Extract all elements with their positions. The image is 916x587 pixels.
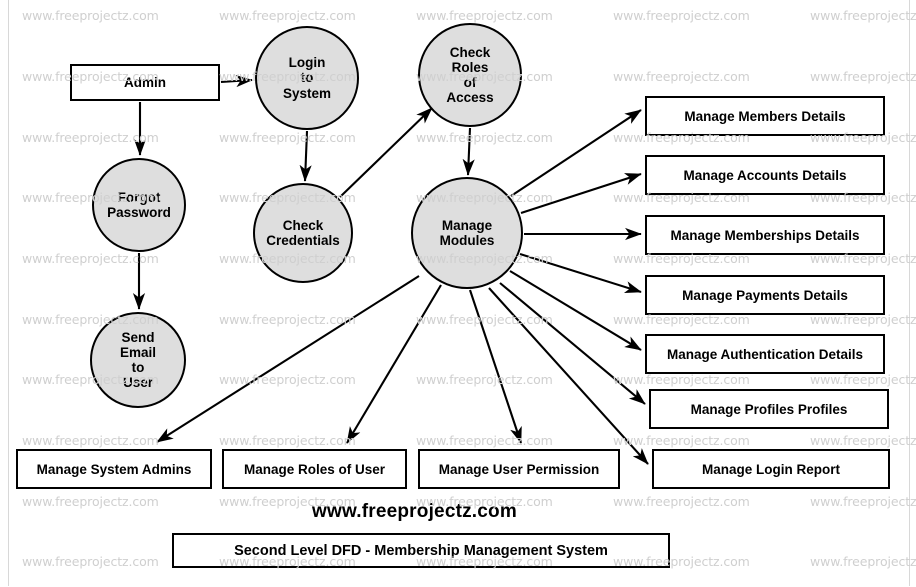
process-check-roles-of-access-label: Check Roles of Access — [446, 44, 494, 106]
flow-modules-to-user-permission — [469, 289, 522, 444]
flow-modules-to-roles-of-user — [346, 284, 442, 444]
datastore-manage-system-admins-label: Manage System Admins — [36, 461, 192, 477]
datastore-manage-authentication-details-label: Manage Authentication Details — [666, 346, 864, 362]
flow-modules-to-members-details — [510, 109, 642, 197]
entity-admin[interactable]: Admin — [70, 64, 220, 101]
datastore-manage-roles-of-user-label: Manage Roles of User — [243, 461, 386, 477]
footer-brand-url: www.freeprojectz.com — [312, 501, 517, 522]
process-manage-modules[interactable]: Manage Modules — [411, 177, 523, 289]
flow-modules-to-authentication-details — [509, 270, 642, 351]
process-login-to-system-label: Login to System — [282, 55, 332, 101]
process-check-credentials[interactable]: Check Credentials — [253, 183, 353, 283]
datastore-manage-roles-of-user[interactable]: Manage Roles of User — [222, 449, 407, 489]
datastore-manage-accounts-details-label: Manage Accounts Details — [683, 167, 847, 183]
datastore-manage-login-report-label: Manage Login Report — [702, 461, 840, 477]
datastore-manage-members-details[interactable]: Manage Members Details — [645, 96, 885, 136]
datastore-manage-profiles-profiles[interactable]: Manage Profiles Profiles — [649, 389, 889, 429]
datastore-manage-profiles-profiles-label: Manage Profiles Profiles — [690, 401, 848, 417]
flow-check-credentials-to-check-roles — [339, 107, 433, 198]
datastore-manage-user-permission[interactable]: Manage User Permission — [418, 449, 620, 489]
flow-modules-to-login-report — [488, 287, 649, 465]
datastore-manage-authentication-details[interactable]: Manage Authentication Details — [645, 334, 885, 374]
flow-modules-to-system-admins — [156, 275, 420, 443]
process-send-email-to-user-label: Send Email to User — [119, 329, 157, 391]
datastore-manage-payments-details-label: Manage Payments Details — [682, 287, 848, 303]
flow-modules-to-profiles-profiles — [499, 282, 646, 405]
process-check-roles-of-access[interactable]: Check Roles of Access — [418, 23, 522, 127]
datastore-manage-user-permission-label: Manage User Permission — [438, 461, 600, 477]
flow-check-roles-to-manage-modules — [462, 127, 475, 176]
entity-admin-label: Admin — [124, 75, 166, 90]
process-forgot-password[interactable]: Forgot Password — [92, 158, 186, 252]
diagram-title-label: Second Level DFD - Membership Management… — [234, 542, 608, 559]
process-login-to-system[interactable]: Login to System — [255, 26, 359, 130]
flow-admin-to-login — [220, 74, 253, 88]
flow-modules-to-payments-details — [519, 252, 642, 294]
flow-modules-to-accounts-details — [520, 173, 642, 214]
datastore-manage-memberships-details[interactable]: Manage Memberships Details — [645, 215, 885, 255]
dfd-canvas: www.freeprojectz.com www.freeprojectz.com… — [0, 0, 916, 587]
datastore-manage-members-details-label: Manage Members Details — [684, 108, 846, 124]
datastore-manage-accounts-details[interactable]: Manage Accounts Details — [645, 155, 885, 195]
flow-login-to-check-credentials — [299, 130, 312, 182]
datastore-manage-payments-details[interactable]: Manage Payments Details — [645, 275, 885, 315]
datastore-manage-login-report[interactable]: Manage Login Report — [652, 449, 890, 489]
process-manage-modules-label: Manage Modules — [439, 217, 495, 248]
datastore-manage-memberships-details-label: Manage Memberships Details — [670, 227, 860, 243]
process-send-email-to-user[interactable]: Send Email to User — [90, 312, 186, 408]
datastore-manage-system-admins[interactable]: Manage System Admins — [16, 449, 212, 489]
diagram-title-box: Second Level DFD - Membership Management… — [172, 533, 670, 568]
process-check-credentials-label: Check Credentials — [266, 217, 340, 248]
process-forgot-password-label: Forgot Password — [107, 189, 171, 220]
